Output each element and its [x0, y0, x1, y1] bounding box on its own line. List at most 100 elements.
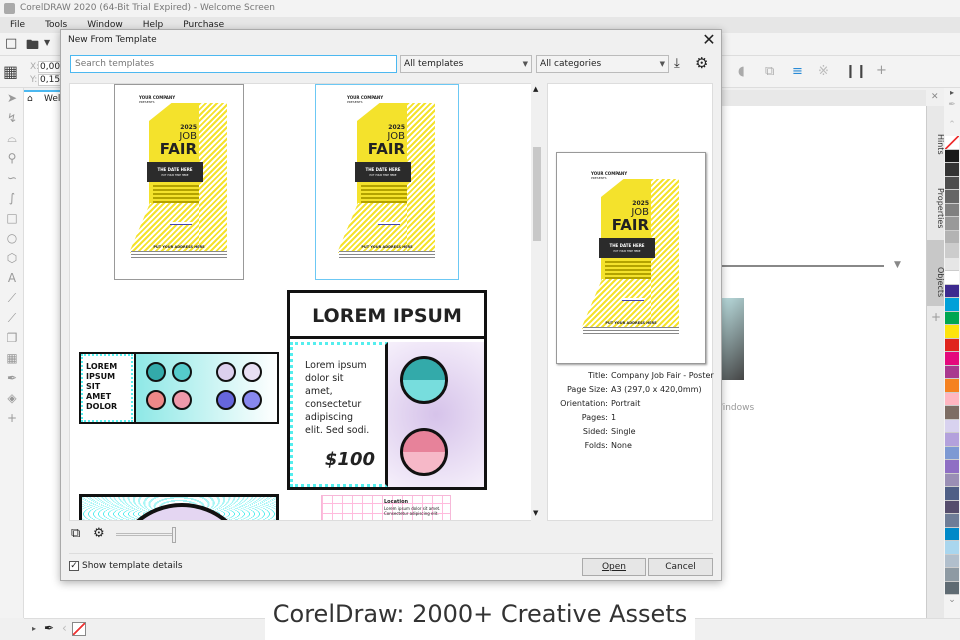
color-swatch[interactable] [945, 298, 959, 312]
color-swatch[interactable] [945, 446, 959, 460]
color-swatch[interactable] [945, 500, 959, 514]
add-docker-icon[interactable]: + [931, 310, 941, 324]
eyedropper-tool-icon[interactable]: ✒ [0, 368, 24, 388]
color-swatch[interactable] [945, 406, 959, 420]
open-button[interactable]: Open [582, 558, 646, 576]
zoom-tool-icon[interactable]: ⚲ [0, 148, 24, 168]
templates-filter-dropdown[interactable]: All templates ▼ [400, 55, 532, 73]
tab-properties[interactable]: Properties [927, 166, 945, 232]
new-template-icon[interactable]: ⧉ [71, 526, 80, 541]
color-swatch[interactable] [945, 352, 959, 366]
polygon-tool-icon[interactable]: ⬡ [0, 248, 24, 268]
rectangle-tool-icon[interactable]: □ [0, 208, 24, 228]
color-swatch[interactable] [945, 149, 959, 163]
template-lorem-flyer[interactable]: LOREM IPSUM Lorem ipsum dolor sit amet, … [287, 290, 487, 490]
search-input[interactable] [70, 55, 397, 73]
dropdown-arrow-icon[interactable]: ▼ [894, 260, 901, 270]
palette-menu-icon[interactable]: ▸ [944, 88, 960, 100]
color-swatch[interactable] [945, 338, 959, 352]
template-settings-icon[interactable]: ⚙ [93, 526, 105, 541]
new-document-icon[interactable]: □ [5, 36, 17, 51]
add-tool-icon[interactable]: + [0, 408, 24, 428]
color-swatch[interactable] [945, 554, 959, 568]
color-swatch[interactable] [945, 176, 959, 190]
tab-hints[interactable]: Hints [927, 110, 945, 160]
artistic-media-icon[interactable]: ∫ [0, 188, 24, 208]
color-swatch[interactable] [945, 541, 959, 555]
template-circle-poster[interactable] [79, 494, 279, 520]
text-wrap-icon[interactable]: ≡ [792, 64, 803, 79]
color-swatch[interactable] [945, 433, 959, 447]
color-swatch[interactable] [945, 473, 959, 487]
cancel-button[interactable]: Cancel [648, 558, 713, 576]
template-sunglasses-banner[interactable]: LOREM IPSUM SIT AMET DOLOR [79, 352, 279, 424]
pick-tool-icon[interactable]: ➤ [0, 88, 24, 108]
add-icon[interactable]: + [876, 63, 887, 78]
show-details-checkbox[interactable]: ✓ [69, 561, 79, 571]
color-swatch[interactable] [945, 244, 959, 258]
categories-filter-dropdown[interactable]: All categories ▼ [536, 55, 669, 73]
slider-handle[interactable] [172, 527, 176, 543]
thumbnail-size-slider[interactable] [116, 527, 176, 543]
transparency-tool-icon[interactable]: ▦ [0, 348, 24, 368]
color-swatch[interactable] [945, 163, 959, 177]
y-position-input[interactable]: 0,154 [38, 74, 66, 86]
object-origin-icon[interactable]: ▦ [3, 62, 18, 81]
color-swatch[interactable] [945, 581, 959, 595]
color-swatch[interactable] [945, 271, 959, 285]
eyedropper-icon[interactable]: ✒ [44, 621, 54, 635]
no-fill-swatch[interactable] [72, 622, 86, 636]
text-tool-icon[interactable]: A [0, 268, 24, 288]
download-icon[interactable]: ⤓ [674, 56, 680, 71]
color-swatch[interactable] [945, 460, 959, 474]
color-swatch[interactable] [945, 284, 959, 298]
dimension-tool-icon[interactable]: ⟋ [0, 288, 24, 308]
no-color-swatch[interactable] [945, 136, 959, 150]
scrollbar-thumb[interactable] [533, 147, 541, 241]
ellipse-tool-icon[interactable]: ○ [0, 228, 24, 248]
snap-icon[interactable]: ※ [818, 64, 829, 79]
open-folder-icon[interactable]: 🖿 [26, 36, 39, 58]
eyedropper-icon[interactable]: ✒ [944, 100, 960, 120]
color-swatch[interactable] [945, 527, 959, 541]
color-swatch[interactable] [945, 190, 959, 204]
close-icon[interactable]: ✕ [699, 30, 719, 49]
crop-tool-icon[interactable]: ⌓ [0, 128, 24, 148]
scroll-up-icon[interactable]: ⌃ [944, 120, 960, 136]
template-job-fair-1[interactable]: YOUR COMPANY PRESENTS 2025 JOB FAIR THE … [114, 84, 244, 280]
template-location-flyer[interactable]: Location Lorem ipsum dolor sit amet. Con… [321, 495, 451, 520]
menu-file[interactable]: File [0, 17, 35, 33]
color-swatch[interactable] [945, 365, 959, 379]
x-position-input[interactable]: 0,002 [38, 61, 66, 73]
color-swatch[interactable] [945, 311, 959, 325]
align-icon[interactable]: ❙❙ [845, 64, 867, 79]
scroll-down-icon[interactable]: ⌄ [944, 595, 960, 605]
show-details-label[interactable]: Show template details [82, 561, 183, 571]
fill-tool-icon[interactable]: ◈ [0, 388, 24, 408]
template-list-scrollbar[interactable]: ▲ ▼ [531, 83, 543, 521]
color-swatch[interactable] [945, 392, 959, 406]
template-job-fair-2[interactable]: YOUR COMPANY PRESENTS 2025 JOB FAIR THE … [315, 84, 459, 280]
shape-icon[interactable]: ◖ [738, 64, 745, 79]
color-swatch[interactable] [945, 487, 959, 501]
color-swatch[interactable] [945, 203, 959, 217]
tab-objects[interactable]: Objects [927, 240, 945, 306]
shape-tool-icon[interactable]: ↯ [0, 108, 24, 128]
color-swatch[interactable] [945, 514, 959, 528]
chevron-down-icon[interactable]: ▼ [44, 38, 50, 47]
color-swatch[interactable] [945, 217, 959, 231]
color-swatch[interactable] [945, 257, 959, 271]
shadow-tool-icon[interactable]: ❐ [0, 328, 24, 348]
expand-icon[interactable]: ▸ [32, 624, 36, 633]
color-swatch[interactable] [945, 325, 959, 339]
chevron-left-icon[interactable]: ‹ [62, 621, 67, 635]
color-swatch[interactable] [945, 230, 959, 244]
color-swatch[interactable] [945, 379, 959, 393]
settings-gear-icon[interactable]: ⚙ [695, 54, 708, 72]
transform-icon[interactable]: ⧉ [765, 64, 774, 79]
color-swatch[interactable] [945, 419, 959, 433]
freehand-tool-icon[interactable]: ∽ [0, 168, 24, 188]
scroll-down-icon[interactable]: ▼ [533, 509, 538, 517]
close-docker-icon[interactable]: ✕ [931, 92, 939, 102]
connector-tool-icon[interactable]: ⟋ [0, 308, 24, 328]
